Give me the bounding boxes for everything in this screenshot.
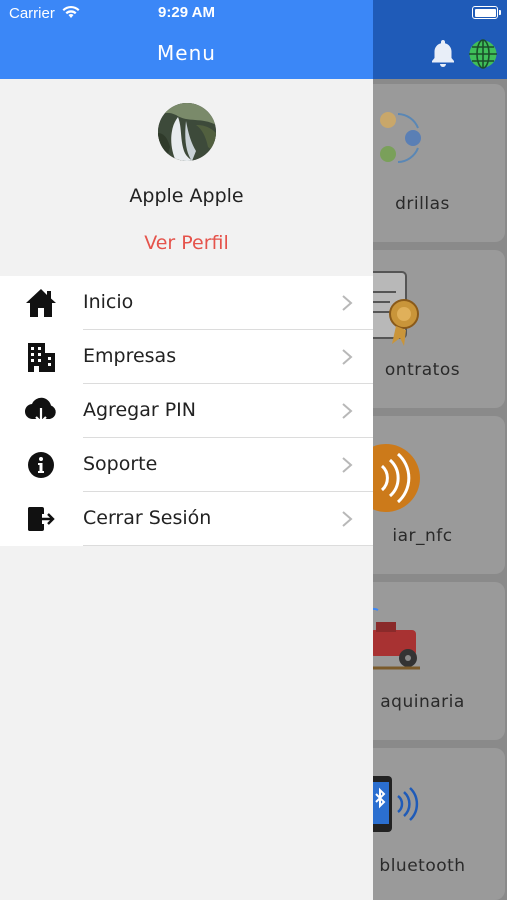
menu-item-soporte[interactable]: Soporte — [0, 438, 373, 492]
home-icon — [24, 287, 58, 319]
menu-item-label: Soporte — [83, 453, 158, 475]
chevron-right-icon — [342, 511, 353, 527]
chevron-right-icon — [342, 349, 353, 365]
chevron-right-icon — [342, 295, 353, 311]
building-icon — [24, 341, 58, 373]
bell-icon[interactable] — [429, 38, 457, 68]
menu-item-label: Cerrar Sesión — [83, 507, 212, 529]
view-profile-link[interactable]: Ver Perfil — [0, 232, 373, 254]
avatar-image — [158, 103, 216, 161]
menu-item-cerrar-sesion[interactable]: Cerrar Sesión — [0, 492, 373, 546]
user-name: Apple Apple — [129, 185, 244, 207]
menu-item-agregar-pin[interactable]: Agregar PIN — [0, 384, 373, 438]
chevron-right-icon — [342, 403, 353, 419]
info-icon — [24, 449, 58, 481]
menu-item-inicio[interactable]: Inicio — [0, 276, 373, 330]
avatar[interactable] — [158, 103, 216, 161]
chevron-right-icon — [342, 457, 353, 473]
globe-icon[interactable] — [467, 38, 499, 70]
drawer-menu-list: Inicio Empresas Agregar PIN Soporte Cerr… — [0, 276, 373, 546]
menu-item-label: Agregar PIN — [83, 399, 196, 421]
battery-cap — [499, 10, 501, 15]
menu-item-label: Empresas — [83, 345, 177, 367]
side-drawer: Menu Apple Apple Ver Perfil Inicio Empre… — [0, 0, 373, 900]
menu-separator — [83, 545, 373, 546]
menu-item-label: Inicio — [83, 291, 134, 313]
status-time: 9:29 AM — [158, 4, 215, 21]
battery-icon — [472, 6, 498, 19]
logout-icon — [24, 503, 58, 535]
status-bar: Carrier 9:29 AM — [0, 0, 507, 28]
cloud-download-icon — [24, 395, 58, 427]
menu-item-empresas[interactable]: Empresas — [0, 330, 373, 384]
drawer-title: Menu — [157, 41, 216, 65]
